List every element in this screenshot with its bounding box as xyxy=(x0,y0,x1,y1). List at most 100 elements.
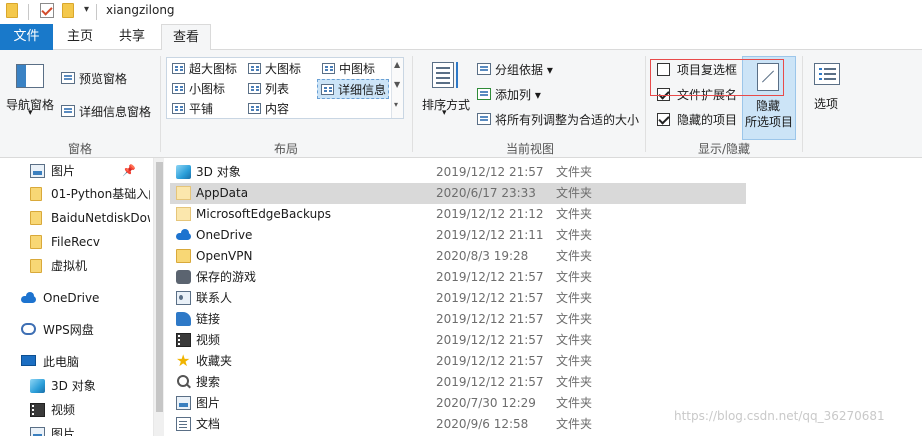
fit-columns-button[interactable]: 将所有列调整为合适的大小 xyxy=(495,111,639,128)
contacts-icon xyxy=(176,291,191,305)
group-by-icon xyxy=(477,63,491,75)
group-separator xyxy=(160,56,161,152)
video-icon xyxy=(176,333,191,347)
nav-item-onedrive[interactable]: OneDrive xyxy=(0,287,150,309)
list-icon xyxy=(248,83,261,94)
group-label-current-view: 当前视图 xyxy=(505,142,554,156)
folder-icon xyxy=(30,187,42,201)
table-row[interactable]: 3D 对象 2019/12/12 21:57 文件夹 xyxy=(170,162,746,183)
picture-icon xyxy=(176,396,191,410)
folder-icon xyxy=(30,211,42,225)
layout-medium-icons[interactable]: 中图标 xyxy=(319,59,375,79)
medium-icons-icon xyxy=(322,63,335,74)
layout-content[interactable]: 内容 xyxy=(245,99,289,119)
3d-objects-icon xyxy=(176,165,191,179)
group-label-panes: 窗格 xyxy=(67,142,92,156)
large-icons-icon xyxy=(248,63,261,74)
options-label: 选项 xyxy=(814,97,839,111)
nav-item-folder[interactable]: FileRecv xyxy=(0,231,150,253)
onedrive-icon xyxy=(176,228,191,242)
watermark: https://blog.csdn.net/qq_36270681 xyxy=(674,409,885,423)
hidden-folder-icon xyxy=(176,207,191,221)
navigation-pane: 图片 📌 01-Python基础入门 BaiduNetdiskDownload … xyxy=(0,158,153,436)
layout-details[interactable]: 详细信息 xyxy=(317,79,389,99)
nav-item-folder[interactable]: 虚拟机 xyxy=(0,255,150,277)
nav-item-3d-objects[interactable]: 3D 对象 xyxy=(0,375,150,397)
nav-item-wps-cloud[interactable]: WPS网盘 xyxy=(0,319,150,341)
scroll-down-icon[interactable]: ▼ xyxy=(394,80,400,89)
quick-access-customize-icon[interactable]: ▾ xyxy=(84,4,89,15)
small-icons-icon xyxy=(172,83,185,94)
table-row[interactable]: 图片 2020/7/30 12:29 文件夹 xyxy=(170,393,746,414)
folder-icon[interactable] xyxy=(6,3,18,18)
chevron-down-icon: ▾ xyxy=(442,108,447,118)
title-bar: ▾ xiangzilong xyxy=(0,0,922,24)
chevron-down-icon: ▾ xyxy=(28,108,33,118)
tab-file[interactable]: 文件 xyxy=(0,24,53,50)
add-columns-icon xyxy=(477,88,491,100)
picture-icon xyxy=(30,427,45,436)
layout-tiles[interactable]: 平铺 xyxy=(169,99,213,119)
layout-small-icons[interactable]: 小图标 xyxy=(169,79,225,99)
table-row[interactable]: ★ 收藏夹 2019/12/12 21:57 文件夹 xyxy=(170,351,746,372)
nav-item-pictures-pinned[interactable]: 图片 📌 xyxy=(0,160,150,182)
navigation-pane-icon xyxy=(16,64,44,88)
tab-view[interactable]: 查看 xyxy=(161,24,211,51)
wps-cloud-icon xyxy=(21,323,36,335)
table-row[interactable]: 联系人 2019/12/12 21:57 文件夹 xyxy=(170,288,746,309)
table-row[interactable]: OneDrive 2019/12/12 21:11 文件夹 xyxy=(170,225,746,246)
hidden-items-label: 隐藏的项目 xyxy=(677,113,738,127)
documents-icon xyxy=(176,417,191,431)
layout-gallery: 超大图标 大图标 中图标 小图标 列表 详细信息 平铺 内容 ▲ ▼ ▾ xyxy=(166,57,404,119)
tiles-icon xyxy=(172,103,185,114)
properties-check-icon[interactable] xyxy=(40,3,54,18)
table-row[interactable]: 链接 2019/12/12 21:57 文件夹 xyxy=(170,309,746,330)
group-label-show-hide: 显示/隐藏 xyxy=(697,142,751,156)
fit-columns-icon xyxy=(477,113,491,125)
hidden-folder-icon xyxy=(176,186,191,200)
table-row[interactable]: 保存的游戏 2019/12/12 21:57 文件夹 xyxy=(170,267,746,288)
nav-item-folder[interactable]: BaiduNetdiskDownload xyxy=(0,207,150,229)
new-folder-icon[interactable] xyxy=(62,3,74,18)
layout-gallery-scrollbar[interactable]: ▲ ▼ ▾ xyxy=(391,58,403,118)
folder-icon xyxy=(30,235,42,249)
tab-share[interactable]: 共享 xyxy=(110,24,154,50)
details-icon xyxy=(321,84,334,95)
table-row[interactable]: 搜索 2019/12/12 21:57 文件夹 xyxy=(170,372,746,393)
pin-icon[interactable]: 📌 xyxy=(122,160,136,182)
group-separator xyxy=(645,56,646,152)
nav-item-this-pc[interactable]: 此电脑 xyxy=(0,351,150,373)
favorites-star-icon: ★ xyxy=(176,351,191,370)
details-pane-button[interactable]: 详细信息窗格 xyxy=(79,103,151,120)
group-separator xyxy=(802,56,803,152)
nav-item-pictures[interactable]: 图片 xyxy=(0,423,150,436)
hide-selected-label-1: 隐藏 xyxy=(756,99,781,113)
picture-icon xyxy=(30,164,45,178)
preview-pane-button[interactable]: 预览窗格 xyxy=(79,70,127,87)
table-row[interactable]: MicrosoftEdgeBackups 2019/12/12 21:12 文件… xyxy=(170,204,746,225)
layout-list[interactable]: 列表 xyxy=(245,79,289,99)
navigation-pane-scrollbar[interactable] xyxy=(153,158,164,436)
content-icon xyxy=(248,103,261,114)
layout-extra-large-icons[interactable]: 超大图标 xyxy=(169,59,237,79)
table-row-selected[interactable]: AppData 2020/6/17 23:33 文件夹 xyxy=(170,183,746,204)
video-icon xyxy=(30,403,45,417)
onedrive-icon xyxy=(21,291,36,305)
group-label-layout: 布局 xyxy=(273,142,298,156)
scroll-up-icon[interactable]: ▲ xyxy=(394,60,400,69)
layout-large-icons[interactable]: 大图标 xyxy=(245,59,301,79)
table-row[interactable]: OpenVPN 2020/8/3 19:28 文件夹 xyxy=(170,246,746,267)
group-by-button[interactable]: 分组依据 ▾ xyxy=(495,61,553,78)
nav-item-videos[interactable]: 视频 xyxy=(0,399,150,421)
scrollbar-thumb[interactable] xyxy=(156,162,163,412)
search-icon xyxy=(176,375,191,389)
gallery-expand-icon[interactable]: ▾ xyxy=(394,100,398,109)
table-row[interactable]: 文档 2020/9/6 12:58 文件夹 xyxy=(170,414,746,435)
hidden-items-checkbox[interactable] xyxy=(657,113,670,126)
details-pane-icon xyxy=(61,105,75,117)
tab-home[interactable]: 主页 xyxy=(58,24,102,50)
toolbar-separator xyxy=(96,4,97,20)
nav-item-folder[interactable]: 01-Python基础入门 xyxy=(0,183,150,205)
add-columns-button[interactable]: 添加列 ▾ xyxy=(495,86,541,103)
table-row[interactable]: 视频 2019/12/12 21:57 文件夹 xyxy=(170,330,746,351)
